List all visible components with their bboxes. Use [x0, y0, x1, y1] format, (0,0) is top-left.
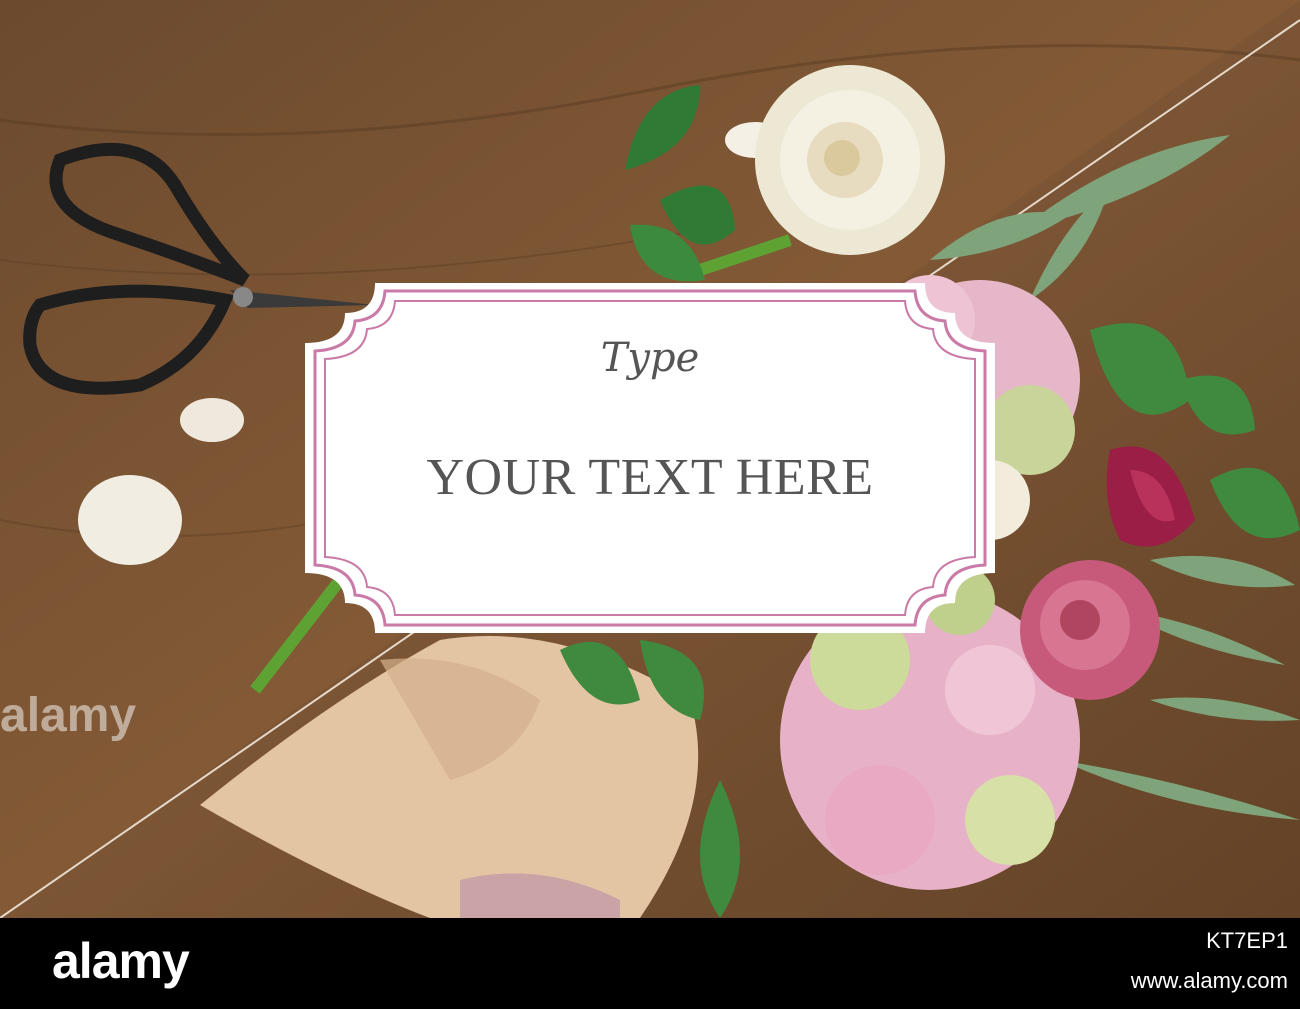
label-script-text: Type [600, 335, 700, 381]
watermark-left: alamy [0, 689, 137, 742]
scissor-pivot [233, 287, 253, 307]
petal [180, 398, 244, 442]
image-id: KT7EP1 [1206, 928, 1288, 953]
white-rose [755, 65, 945, 255]
footer-url: www.alamy.com [1130, 968, 1288, 993]
label-main-text: YOUR TEXT HERE [426, 449, 874, 506]
text-label-frame: Type YOUR TEXT HERE [305, 283, 995, 633]
petal [78, 475, 182, 565]
footer-logo: alamy [52, 933, 190, 989]
pink-carnation [1020, 560, 1160, 700]
footer-bar: alamy KT7EP1 www.alamy.com [0, 918, 1300, 1009]
